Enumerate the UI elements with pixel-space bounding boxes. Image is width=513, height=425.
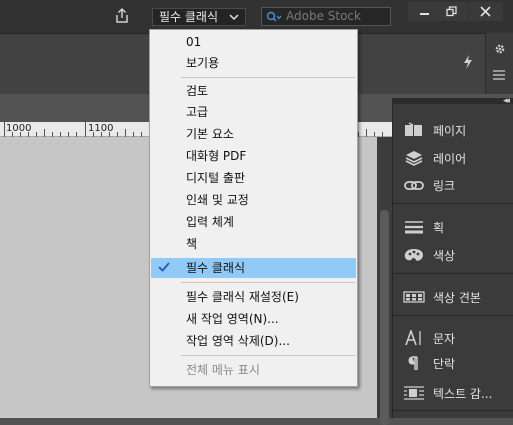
dock-item-label: 텍스트 감... <box>433 387 493 401</box>
menu-separator <box>181 77 355 78</box>
control-panel-options <box>485 33 513 94</box>
dock-item-paragraph[interactable]: 단락 <box>393 351 513 375</box>
menu-item-label: 필수 클래식 재설정(E) <box>186 290 299 304</box>
close-button[interactable] <box>469 2 503 21</box>
vertical-scrollbar[interactable] <box>377 137 392 425</box>
menu-item[interactable]: 고급 <box>151 102 356 122</box>
menu-item-label: 검토 <box>186 84 209 98</box>
menu-item[interactable]: 01 <box>151 32 356 52</box>
menu-item-label: 새 작업 영역(N)... <box>186 312 279 326</box>
dock-item-stroke[interactable]: 획 <box>393 215 513 239</box>
paragraph-icon <box>403 355 425 371</box>
menu-item-label: 인쇄 및 교정 <box>186 193 249 207</box>
dock-item-label: 페이지 <box>433 124 467 138</box>
dock-separator <box>393 410 513 411</box>
stroke-icon <box>403 219 425 235</box>
scrollbar-thumb[interactable] <box>380 210 389 425</box>
dock-item-color[interactable]: 색상 <box>393 243 513 267</box>
menu-item-selected[interactable]: 필수 클래식 <box>151 258 356 278</box>
links-icon <box>403 177 425 193</box>
menu-item-label: 필수 클래식 <box>186 261 246 275</box>
stock-search-placeholder: Adobe Stock <box>286 9 361 23</box>
menu-item[interactable]: 기본 요소 <box>151 124 356 144</box>
dock-item-text-wrap[interactable]: 텍스트 감... <box>393 381 513 405</box>
dock-item-pages[interactable]: 페이지 <box>393 118 513 142</box>
menu-item[interactable]: 대화형 PDF <box>151 146 356 166</box>
ruler-label: 1100 <box>88 123 114 134</box>
minimize-icon <box>420 13 429 15</box>
stock-search-icon <box>266 11 282 22</box>
menu-item-label: 작업 영역 삭제(D)... <box>186 334 290 348</box>
dock-item-label: 링크 <box>433 179 456 193</box>
menu-item-label: 대화형 PDF <box>186 149 247 163</box>
panel-menu-icon[interactable] <box>492 69 506 84</box>
menu-separator <box>181 355 355 356</box>
pages-icon <box>403 122 425 138</box>
dock-item-label: 색상 견본 <box>433 291 481 305</box>
chevron-down-icon <box>229 9 239 31</box>
menu-item[interactable]: 책 <box>151 234 356 254</box>
dock-item-links[interactable]: 링크 <box>393 173 513 197</box>
gear-icon[interactable] <box>494 43 506 58</box>
menu-item-label: 입력 체계 <box>186 215 234 229</box>
dock-item-label: 획 <box>433 221 445 235</box>
menu-item[interactable]: 검토 <box>151 81 356 101</box>
color-palette-icon <box>403 247 425 263</box>
dock-item-label: 레이어 <box>433 152 467 166</box>
menu-item[interactable]: 보기용 <box>151 53 356 73</box>
menu-item-label: 전체 메뉴 표시 <box>186 363 260 377</box>
dock-separator <box>393 273 513 274</box>
workspace-switcher[interactable]: 필수 클래식 <box>152 8 246 26</box>
dock-separator <box>393 315 513 316</box>
quick-apply-icon[interactable] <box>462 54 474 73</box>
menu-item-label: 기본 요소 <box>186 127 234 141</box>
layers-icon <box>403 150 425 166</box>
menu-item-label: 보기용 <box>186 56 220 70</box>
workspace-menu: 01 보기용 검토 고급 기본 요소 대화형 PDF 디지털 출판 인쇄 및 교… <box>149 29 358 387</box>
dock-item-swatches[interactable]: 색상 견본 <box>393 285 513 309</box>
menu-item[interactable]: 인쇄 및 교정 <box>151 190 356 210</box>
menu-item[interactable]: 디지털 출판 <box>151 168 356 188</box>
dock-item-label: 단락 <box>433 357 456 371</box>
close-icon <box>480 6 491 17</box>
dock-item-layers[interactable]: 레이어 <box>393 146 513 170</box>
menu-item-label: 디지털 출판 <box>186 171 246 185</box>
text-wrap-icon <box>403 385 425 401</box>
restore-button[interactable] <box>435 2 468 21</box>
menu-separator <box>181 282 355 283</box>
workspace-switcher-label: 필수 클래식 <box>159 10 219 24</box>
share-icon[interactable] <box>112 6 132 26</box>
menu-item[interactable]: 입력 체계 <box>151 212 356 232</box>
dock-item-character[interactable]: 문자 <box>393 326 513 350</box>
menu-item-disabled: 전체 메뉴 표시 <box>151 360 356 380</box>
character-icon <box>403 328 425 346</box>
menu-item[interactable]: 새 작업 영역(N)... <box>151 309 356 329</box>
restore-icon <box>446 6 457 17</box>
menu-item-label: 책 <box>186 237 198 251</box>
dock-item-label: 문자 <box>433 332 456 346</box>
panel-dock: 페이지 레이어 링크 획 색상 색상 견본 문자 단락 텍스트 감... <box>392 104 513 418</box>
ruler-label: 1000 <box>6 123 32 134</box>
checkmark-icon <box>157 261 171 276</box>
adobe-stock-search-input[interactable]: Adobe Stock <box>261 7 391 26</box>
menu-item-label: 01 <box>186 35 202 49</box>
dock-separator <box>393 203 513 204</box>
menu-item[interactable]: 작업 영역 삭제(D)... <box>151 331 356 351</box>
menu-item[interactable]: 필수 클래식 재설정(E) <box>151 287 356 307</box>
swatches-icon <box>403 289 425 305</box>
menu-item-label: 고급 <box>186 105 209 119</box>
dock-item-label: 색상 <box>433 249 456 263</box>
